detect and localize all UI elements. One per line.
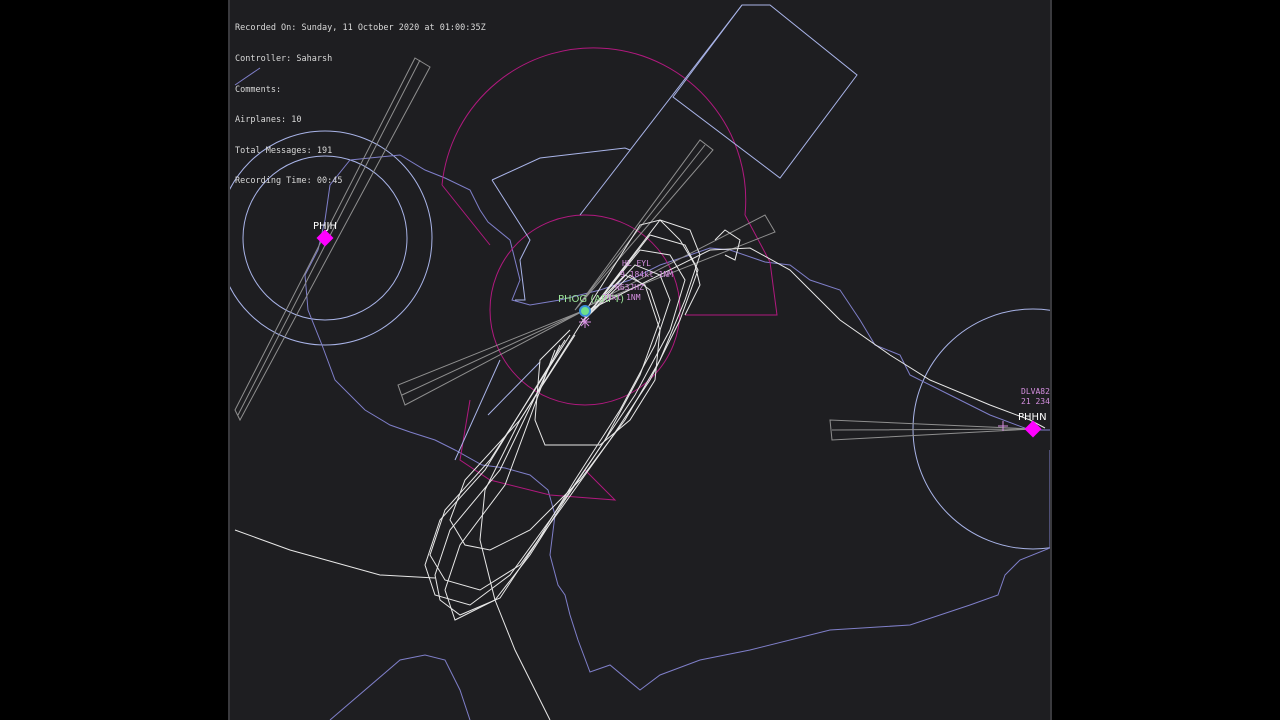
aircraft-symbol-icon[interactable] bbox=[579, 316, 591, 328]
aircraft-tag-dlva82-data[interactable]: 21 234 bbox=[1021, 397, 1050, 406]
airport-markers bbox=[316, 229, 1042, 438]
phhn-airport-marker[interactable] bbox=[1024, 420, 1042, 438]
phhn-label: PHHN bbox=[1018, 412, 1047, 423]
phjh-label: PHJH bbox=[313, 221, 337, 232]
class-c-lower-sector bbox=[459, 399, 617, 501]
track-loop-3 bbox=[424, 249, 686, 606]
sector-polygon-north bbox=[491, 147, 631, 301]
comments-text: Comments: bbox=[235, 84, 282, 95]
track-departure-south bbox=[479, 321, 583, 720]
aircraft-tag-2-data[interactable]: 9 184kt 1NM bbox=[620, 270, 673, 279]
aircraft-tag-2-callsign[interactable]: HL EYL bbox=[622, 259, 651, 268]
aircraft-tag-3-data[interactable]: 78kt 1NM bbox=[602, 293, 641, 302]
track-loop-2 bbox=[429, 234, 699, 591]
recording-info-panel: Recorded On: Sunday, 11 October 2020 at … bbox=[235, 3, 486, 207]
total-messages-text: Total Messages: 191 bbox=[235, 145, 333, 156]
restricted-areas bbox=[454, 4, 858, 461]
class-c-outer-arc bbox=[441, 47, 747, 216]
airplanes-count-text: Airplanes: 10 bbox=[235, 115, 302, 126]
radar-scope-window[interactable]: PHJH PHOG (ARPT) PHHN DLVA82 21 234 HL E… bbox=[228, 0, 1052, 720]
recorded-on-text: Recorded On: Sunday, 11 October 2020 at … bbox=[235, 23, 486, 34]
phog-airport-marker[interactable] bbox=[579, 305, 591, 317]
aircraft-tag-3-callsign[interactable]: N63JHZ bbox=[615, 283, 644, 292]
controller-text: Controller: Saharsh bbox=[235, 54, 333, 65]
aircraft-tag-dlva82-callsign[interactable]: DLVA82 bbox=[1021, 387, 1050, 396]
recording-time-text: Recording Time: 00:45 bbox=[235, 176, 343, 187]
restricted-area-diagonal bbox=[579, 4, 743, 216]
track-west-route bbox=[234, 529, 436, 579]
kahoolawe-coastline bbox=[329, 654, 471, 720]
